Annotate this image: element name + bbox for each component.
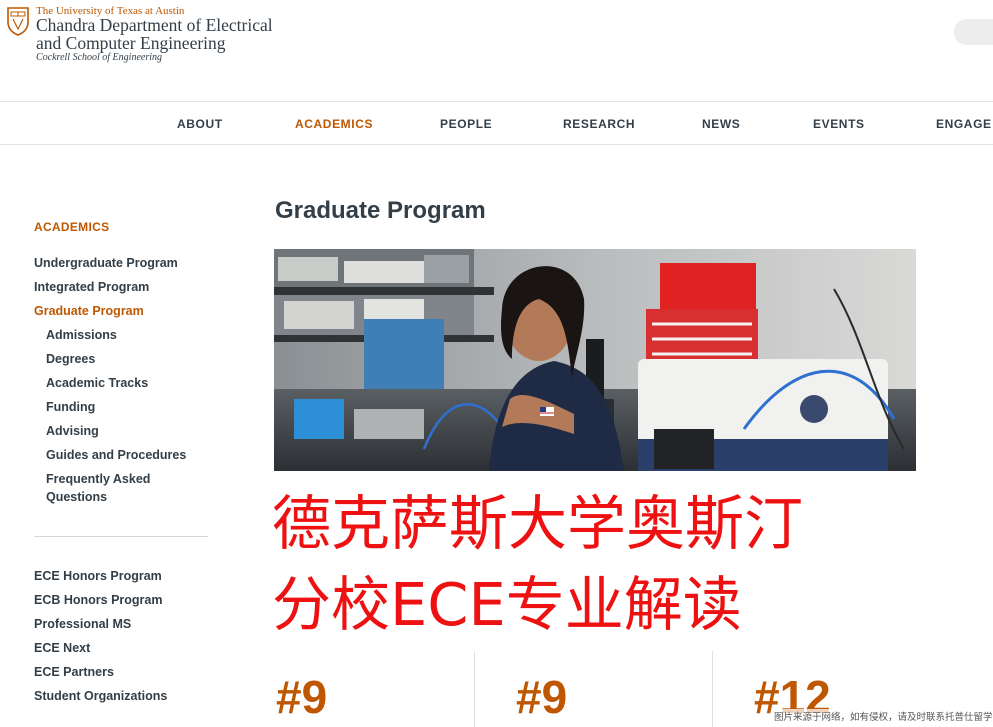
nav-academics[interactable]: ACADEMICS: [295, 117, 373, 131]
lab-photo-illustration: [274, 249, 916, 471]
sidebar-item-undergraduate-program[interactable]: Undergraduate Program: [34, 254, 178, 272]
nav-news[interactable]: NEWS: [702, 117, 740, 131]
search-input[interactable]: [954, 19, 993, 45]
overlay-title-line2: 分校ECE专业解读: [272, 570, 742, 639]
department-name-line1: Chandra Department of Electrical: [36, 15, 273, 35]
sidebar-item-ece-partners[interactable]: ECE Partners: [34, 663, 114, 681]
sidebar-item-advising[interactable]: Advising: [46, 422, 99, 440]
sidebar-item-ece-next[interactable]: ECE Next: [34, 639, 90, 657]
sidebar-divider: [34, 536, 208, 537]
school-name: Cockrell School of Engineering: [36, 52, 162, 63]
sidebar-item-integrated-program[interactable]: Integrated Program: [34, 278, 149, 296]
overlay-title-line1: 德克萨斯大学奥斯汀: [272, 489, 804, 558]
sidebar-item-ece-honors[interactable]: ECE Honors Program: [34, 567, 162, 585]
sidebar-item-graduate-program[interactable]: Graduate Program: [34, 302, 144, 320]
sidebar-item-admissions[interactable]: Admissions: [46, 326, 117, 344]
page-title: Graduate Program: [275, 197, 486, 224]
main-navigation: ABOUT ACADEMICS PEOPLE RESEARCH NEWS EVE…: [0, 101, 993, 145]
nav-research[interactable]: RESEARCH: [563, 117, 635, 131]
sidebar-item-student-organizations[interactable]: Student Organizations: [34, 687, 167, 705]
sidebar-item-funding[interactable]: Funding: [46, 398, 95, 416]
nav-engage[interactable]: ENGAGE: [936, 117, 992, 131]
department-name-line2: and Computer Engineering: [36, 33, 226, 53]
nav-events[interactable]: EVENTS: [813, 117, 865, 131]
hero-image: [274, 249, 916, 471]
stats-divider: [712, 651, 713, 727]
stats-divider: [474, 651, 475, 727]
image-source-watermark: 图片来源于网络，如有侵权，请及时联系托普仕留学删除: [774, 709, 993, 723]
sidebar-heading: ACADEMICS: [34, 220, 110, 234]
sidebar-item-ecb-honors[interactable]: ECB Honors Program: [34, 591, 163, 609]
sidebar-item-professional-ms[interactable]: Professional MS: [34, 615, 131, 633]
department-name[interactable]: Chandra Department of Electrical and Com…: [36, 16, 273, 52]
site-header: The University of Texas at Austin Chandr…: [0, 0, 993, 100]
sidebar-item-academic-tracks[interactable]: Academic Tracks: [46, 374, 148, 392]
ranking-stat: #9: [516, 671, 568, 723]
nav-people[interactable]: PEOPLE: [440, 117, 492, 131]
sidebar-item-faq[interactable]: Frequently Asked Questions: [46, 470, 171, 506]
ranking-stat: #9: [276, 671, 328, 723]
ut-seal-icon[interactable]: [6, 6, 30, 36]
nav-about[interactable]: ABOUT: [177, 117, 223, 131]
sidebar-item-guides-and-procedures[interactable]: Guides and Procedures: [46, 446, 186, 464]
sidebar-item-degrees[interactable]: Degrees: [46, 350, 95, 368]
